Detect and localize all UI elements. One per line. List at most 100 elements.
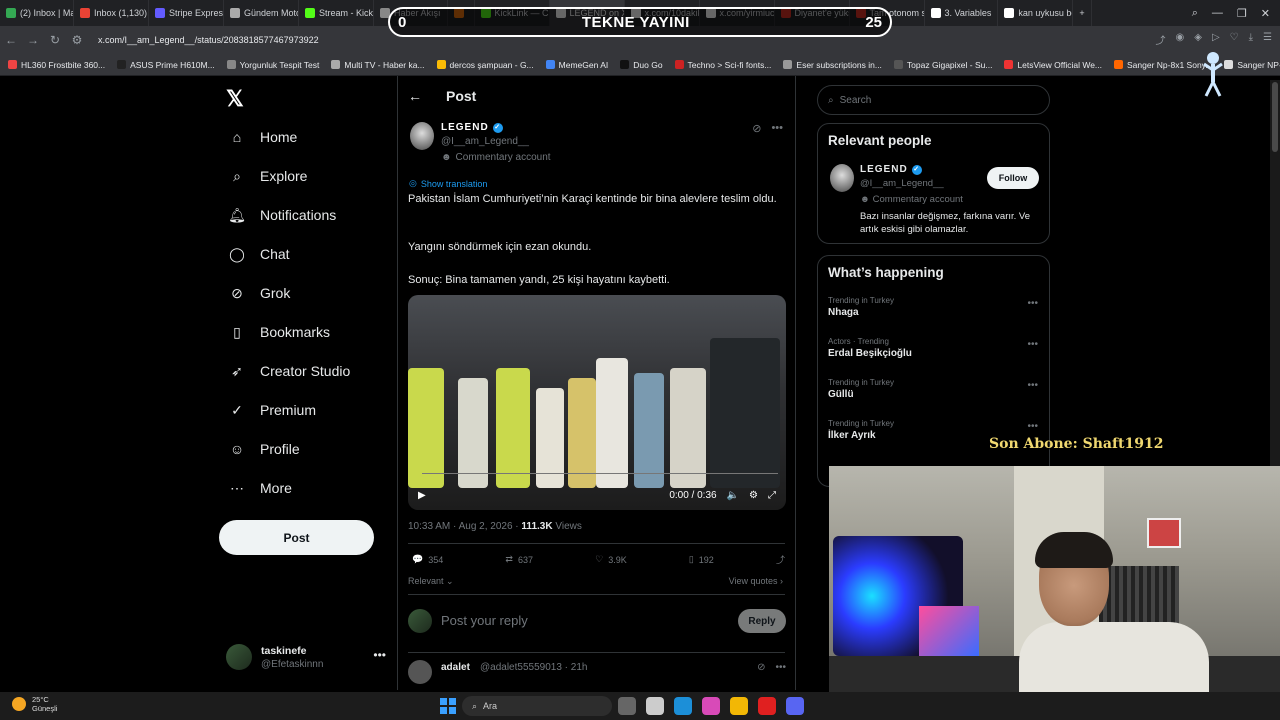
person-handle[interactable]: @I__am_Legend__ bbox=[860, 178, 944, 189]
browser-tab[interactable]: (2) Inbox | Mail bbox=[0, 0, 74, 26]
discord-icon[interactable] bbox=[786, 697, 804, 715]
settings-gear-icon[interactable]: ⚙ bbox=[749, 490, 758, 501]
search-input[interactable]: ⌕ Search bbox=[817, 85, 1050, 115]
follow-button[interactable]: Follow bbox=[987, 167, 1039, 189]
more-options-icon[interactable]: ••• bbox=[373, 648, 386, 662]
bookmark-item[interactable]: Sanger NP-8X1 Son... bbox=[1224, 60, 1280, 70]
bookmark-item[interactable]: Yorgunluk Tespit Test bbox=[226, 60, 319, 70]
volume-icon[interactable]: 🔈 bbox=[727, 490, 739, 501]
bookmark-item[interactable]: LetsView Official We... bbox=[1004, 60, 1102, 70]
bookmark-item[interactable]: Techno > Sci-fi fonts... bbox=[674, 60, 771, 70]
scrollbar-thumb[interactable] bbox=[1272, 82, 1278, 152]
reply-input[interactable]: Post your reply bbox=[441, 613, 528, 628]
comment-author[interactable]: adalet bbox=[441, 662, 470, 673]
person-avatar[interactable] bbox=[830, 164, 854, 192]
nav-item-more[interactable]: ⋯ More bbox=[228, 479, 292, 497]
play-icon[interactable]: ▷ bbox=[1212, 32, 1220, 47]
nav-item-notifications[interactable]: 🔔︎ Notifications bbox=[228, 206, 336, 224]
heart-icon[interactable]: ♡ bbox=[1230, 32, 1239, 47]
bookmark-button[interactable]: ▯ 192 bbox=[689, 553, 714, 566]
browser-tab[interactable]: 3. Variables bbox=[925, 0, 999, 26]
share-icon[interactable]: ⤴ bbox=[1156, 32, 1166, 47]
author-handle[interactable]: @I__am_Legend__ bbox=[441, 136, 529, 147]
browser-tab[interactable]: kan uykusu be bbox=[998, 0, 1074, 26]
list-item[interactable]: adalet @adalet55559013 · 21h ⊘ ••• bbox=[408, 658, 786, 690]
task-view-icon[interactable] bbox=[618, 697, 636, 715]
video-player[interactable]: ▶ 0:00 / 0:36 🔈 ⚙ ⤢ bbox=[408, 295, 786, 510]
view-quotes-link[interactable]: View quotes › bbox=[729, 576, 783, 586]
windows-start-icon[interactable] bbox=[440, 698, 456, 714]
camera-icon[interactable]: ◉ bbox=[1176, 32, 1185, 47]
trend-more-icon[interactable]: ••• bbox=[1027, 421, 1038, 432]
trend-more-icon[interactable]: ••• bbox=[1027, 298, 1038, 309]
x-logo-icon[interactable]: 𝕏 bbox=[226, 86, 244, 112]
bookmark-item[interactable]: ASUS Prime H610M... bbox=[117, 60, 215, 70]
grok-icon[interactable]: ⊘ bbox=[757, 662, 765, 673]
trend-item[interactable]: Trending in Turkey Güllü ••• bbox=[828, 378, 1038, 400]
file-explorer-icon[interactable] bbox=[730, 697, 748, 715]
copilot-icon[interactable] bbox=[702, 697, 720, 715]
reply-button[interactable]: 💬 354 bbox=[412, 553, 443, 566]
bookmark-item[interactable]: MemeGen AI bbox=[545, 60, 608, 70]
show-translation-link[interactable]: ◎ Show translation bbox=[409, 178, 487, 189]
back-arrow-icon[interactable]: ← bbox=[408, 88, 422, 104]
weather-widget[interactable]: 25°C Güneşli bbox=[12, 695, 57, 713]
bookmark-item[interactable]: Duo Go bbox=[620, 60, 663, 70]
bookmark-item[interactable]: Multi TV - Haber ka... bbox=[331, 60, 425, 70]
trend-more-icon[interactable]: ••• bbox=[1027, 339, 1038, 350]
avatar[interactable] bbox=[408, 660, 432, 684]
new-tab-icon[interactable]: + bbox=[1073, 0, 1092, 26]
edge-icon[interactable] bbox=[674, 697, 692, 715]
url-field[interactable]: x.com/I__am_Legend__/status/208381857746… bbox=[98, 35, 319, 45]
bookmark-item[interactable]: Eser subscriptions in... bbox=[783, 60, 882, 70]
taskbar-search[interactable]: ⌕ Ara bbox=[462, 696, 612, 716]
repost-button[interactable]: ⇄ 637 bbox=[505, 553, 533, 566]
account-switcher[interactable]: taskinefe @Efetaskinnn ••• bbox=[226, 640, 386, 676]
video-progress-bar[interactable] bbox=[422, 473, 778, 474]
extension-icon[interactable]: ◈ bbox=[1194, 32, 1202, 47]
nav-item-creator-studio[interactable]: ➶ Creator Studio bbox=[228, 362, 350, 380]
person-name[interactable]: LEGEND ✓ bbox=[860, 164, 922, 175]
like-button[interactable]: ♡ 3.9K bbox=[595, 553, 627, 566]
reload-icon[interactable]: ↻ bbox=[44, 33, 66, 47]
bookmark-item[interactable]: Sanger Np-8x1 Sony... bbox=[1114, 60, 1212, 70]
reply-sort-dropdown[interactable]: Relevant ⌄ bbox=[408, 576, 454, 587]
post-button[interactable]: Post bbox=[219, 520, 374, 555]
search-tabs-icon[interactable]: ⌕ bbox=[1192, 7, 1198, 20]
browser-tab[interactable]: Inbox (1,130) - bbox=[74, 0, 149, 26]
bookmark-item[interactable]: Topaz Gigapixel - Su... bbox=[893, 60, 992, 70]
menu-icon[interactable]: ☰ bbox=[1263, 32, 1272, 47]
nav-item-home[interactable]: ⌂ Home bbox=[228, 128, 298, 146]
author-avatar[interactable] bbox=[410, 122, 434, 150]
author-name[interactable]: LEGEND ✓ bbox=[441, 122, 503, 133]
post-more-icon[interactable]: ••• bbox=[771, 122, 783, 135]
grok-icon[interactable]: ⊘ bbox=[752, 122, 761, 135]
browser-tab[interactable]: Stream - Kick bbox=[299, 0, 374, 26]
comment-more-icon[interactable]: ••• bbox=[775, 662, 786, 673]
fullscreen-icon[interactable]: ⤢ bbox=[768, 490, 776, 501]
bookmark-item[interactable]: dercos şampuan - G... bbox=[436, 60, 534, 70]
share-button[interactable]: ⤴ bbox=[776, 553, 785, 566]
nav-item-premium[interactable]: ✓ Premium bbox=[228, 401, 316, 419]
trend-item[interactable]: Actors · Trending Erdal Beşikçioğlu ••• bbox=[828, 337, 1038, 359]
trend-item[interactable]: Trending in Turkey Nhaga ••• bbox=[828, 296, 1038, 318]
maximize-icon[interactable]: ❐ bbox=[1237, 7, 1247, 20]
forward-icon[interactable]: → bbox=[22, 33, 44, 47]
play-button-icon[interactable]: ▶ bbox=[418, 490, 426, 501]
reply-submit-button[interactable]: Reply bbox=[738, 609, 786, 633]
timestamp-text[interactable]: 10:33 AM · Aug 2, 2026 · bbox=[408, 521, 521, 532]
opera-icon[interactable] bbox=[758, 697, 776, 715]
nav-item-chat[interactable]: ◯ Chat bbox=[228, 245, 289, 263]
browser-tab[interactable]: Stripe Express bbox=[149, 0, 224, 26]
browser-tab[interactable]: Gündem Motor bbox=[224, 0, 299, 26]
nav-item-grok[interactable]: ⊘ Grok bbox=[228, 284, 290, 302]
nav-item-profile[interactable]: ☺ Profile bbox=[228, 440, 300, 458]
trend-more-icon[interactable]: ••• bbox=[1027, 380, 1038, 391]
download-icon[interactable]: ⤓ bbox=[1249, 32, 1253, 47]
minimize-icon[interactable]: — bbox=[1212, 7, 1223, 19]
nav-item-explore[interactable]: ⌕ Explore bbox=[228, 167, 307, 185]
nav-item-bookmarks[interactable]: ▯ Bookmarks bbox=[228, 323, 330, 341]
site-info-icon[interactable]: ⚙ bbox=[66, 33, 88, 47]
close-icon[interactable]: ✕ bbox=[1261, 7, 1270, 20]
back-icon[interactable]: ← bbox=[0, 33, 22, 47]
